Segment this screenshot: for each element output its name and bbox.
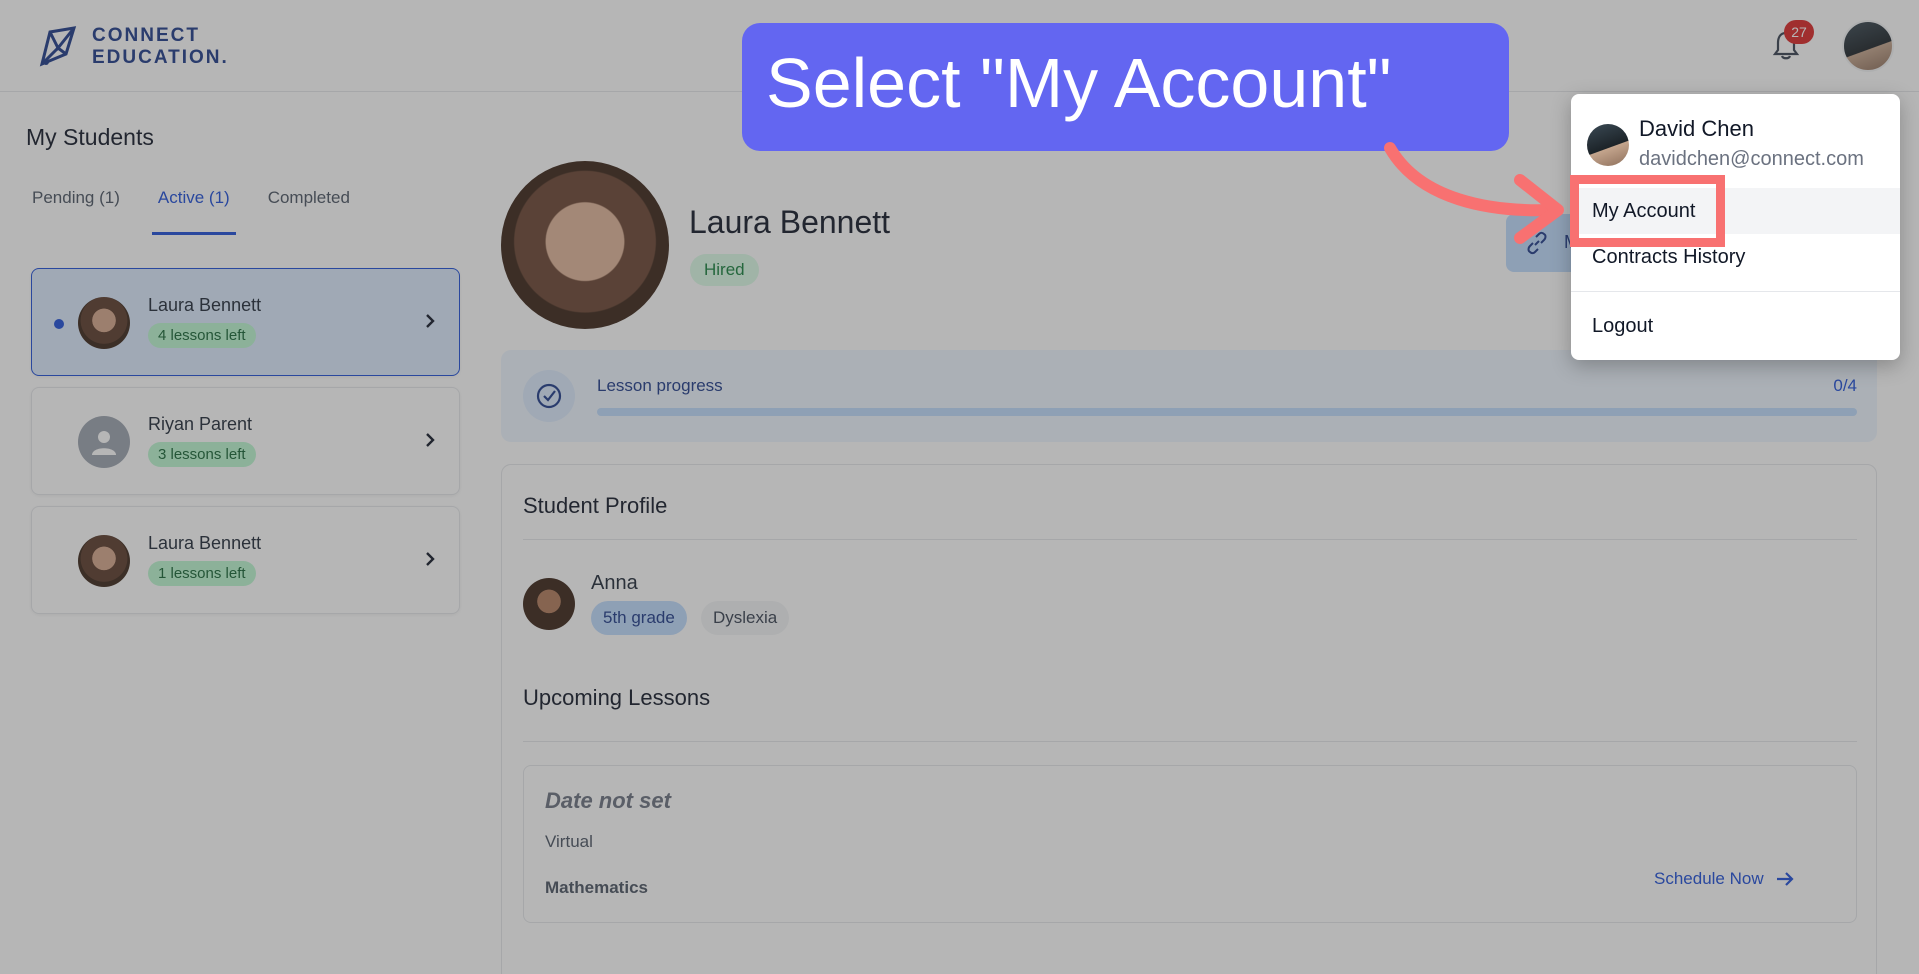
my-account-highlight: [1570, 175, 1725, 247]
tutorial-instruction: Select "My Account": [766, 44, 1392, 122]
pointer-arrow-icon: [1384, 142, 1564, 244]
menu-divider: [1571, 291, 1900, 292]
avatar: [1587, 124, 1629, 166]
menu-item-logout[interactable]: Logout: [1571, 303, 1900, 349]
tutorial-callout: Select "My Account": [742, 23, 1509, 151]
dropdown-user-email: davidchen@connect.com: [1639, 148, 1864, 170]
dropdown-user-name: David Chen: [1639, 116, 1754, 141]
